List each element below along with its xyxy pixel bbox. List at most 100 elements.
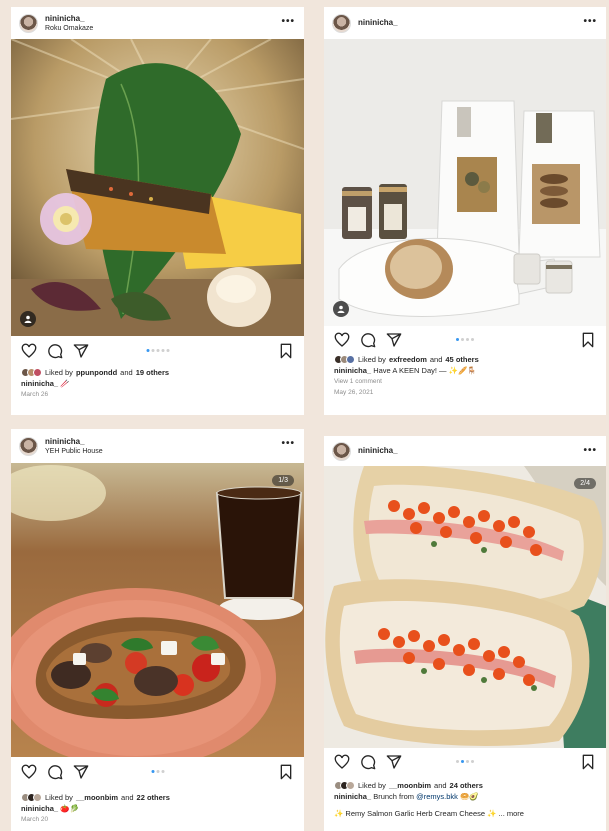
carousel-dots (146, 349, 169, 352)
action-bar (11, 760, 304, 784)
carousel-counter: 1/3 (272, 475, 294, 486)
post-username[interactable]: nininicha_ (45, 14, 93, 24)
avatar[interactable] (332, 441, 351, 461)
heart-icon[interactable] (21, 764, 37, 780)
caption-username[interactable]: nininicha_ (334, 366, 371, 375)
more-icon[interactable]: ••• (281, 16, 295, 27)
bookmark-icon[interactable] (580, 332, 596, 348)
comment-icon[interactable] (360, 754, 376, 770)
comment-icon[interactable] (47, 343, 63, 359)
caption-text: Have A KEEN Day! — ✨🥖🪑 (373, 366, 477, 375)
caption-text: Brunch from (373, 792, 415, 801)
post-location[interactable]: Roku Omakaze (45, 24, 93, 33)
liked-and: and (434, 781, 447, 790)
post-meta: Liked by exfreedom and 45 others nininic… (334, 354, 598, 398)
avatar[interactable] (19, 436, 38, 456)
caption-username[interactable]: nininicha_ (334, 792, 371, 801)
liker-avatars (21, 368, 42, 377)
action-bar (324, 328, 606, 352)
caption-text: 🥢 (60, 379, 70, 388)
carousel-dots (456, 760, 474, 763)
post-date: March 26 (21, 391, 49, 398)
heart-icon[interactable] (334, 332, 350, 348)
post-card: nininicha_ Roku Omakaze ••• Liked by ppu… (11, 7, 304, 415)
liked-and: and (429, 355, 443, 364)
liked-by-prefix: Liked by (358, 355, 386, 364)
liker-avatars (334, 355, 355, 364)
action-bar (11, 339, 304, 363)
caption: nininicha_ 🍅🥬 (21, 803, 296, 814)
post-header: nininicha_ Roku Omakaze ••• (11, 7, 304, 39)
caption-emoji: 🥯🥑 (460, 792, 479, 801)
liked-by[interactable]: Liked by exfreedom and 45 others (334, 354, 598, 365)
post-username[interactable]: nininicha_ (45, 437, 103, 447)
post-photo[interactable] (324, 39, 606, 326)
caption: nininicha_ Brunch from @remys.bkk 🥯🥑 (334, 791, 598, 802)
post-location[interactable]: YEH Public House (45, 447, 103, 456)
post-header: nininicha_ ••• (324, 7, 606, 39)
liked-by-user[interactable]: ppunpondd (76, 367, 117, 378)
share-icon[interactable] (73, 343, 89, 359)
liked-by-user[interactable]: __moonbim (76, 792, 118, 803)
post-header: nininicha_ YEH Public House ••• (11, 429, 304, 463)
liked-by[interactable]: Liked by __moonbim and 22 others (21, 792, 296, 803)
caption-line-2[interactable]: ✨ Remy Salmon Garlic Herb Cream Cheese ✨… (334, 808, 598, 819)
more-icon[interactable]: ••• (281, 438, 295, 449)
caption-username[interactable]: nininicha_ (21, 379, 58, 388)
post-header: nininicha_ ••• (324, 436, 606, 466)
bookmark-icon[interactable] (580, 754, 596, 770)
liker-avatars (21, 793, 42, 802)
caption: nininicha_ 🥢 (21, 378, 296, 389)
liked-by-prefix: Liked by (45, 368, 73, 377)
more-icon[interactable]: ••• (583, 16, 597, 27)
caption-username[interactable]: nininicha_ (21, 804, 58, 813)
bookmark-icon[interactable] (278, 764, 294, 780)
liker-avatars (334, 781, 355, 790)
comment-icon[interactable] (47, 764, 63, 780)
post-photo[interactable]: 2/4 (324, 466, 606, 748)
view-comments-link[interactable]: View 1 comment (334, 376, 598, 387)
post-meta: Liked by __moonbim and 22 others nininic… (21, 792, 296, 825)
post-username[interactable]: nininicha_ (358, 446, 398, 456)
more-icon[interactable]: ••• (583, 445, 597, 456)
liked-by-user[interactable]: __moonbim (389, 780, 431, 791)
liked-others[interactable]: 22 others (137, 792, 170, 803)
caption: nininicha_ Have A KEEN Day! — ✨🥖🪑 (334, 365, 598, 376)
user-tag-icon[interactable] (333, 301, 349, 317)
heart-icon[interactable] (21, 343, 37, 359)
avatar[interactable] (19, 13, 38, 33)
action-bar (324, 750, 606, 774)
liked-and: and (121, 793, 134, 802)
post-photo[interactable] (11, 39, 304, 336)
post-card: nininicha_ YEH Public House ••• 1/3 Like… (11, 429, 304, 831)
share-icon[interactable] (73, 764, 89, 780)
heart-icon[interactable] (334, 754, 350, 770)
comment-icon[interactable] (360, 332, 376, 348)
liked-others[interactable]: 19 others (136, 367, 169, 378)
post-date: May 26, 2021 (334, 389, 374, 396)
post-photo[interactable]: 1/3 (11, 463, 304, 757)
share-icon[interactable] (386, 754, 402, 770)
liked-by-prefix: Liked by (45, 793, 73, 802)
bookmark-icon[interactable] (278, 343, 294, 359)
liked-by-user[interactable]: exfreedom (389, 354, 427, 365)
post-username[interactable]: nininicha_ (358, 18, 398, 28)
caption-text: 🍅🥬 (60, 804, 79, 813)
user-tag-icon[interactable] (20, 311, 36, 327)
carousel-counter: 2/4 (574, 478, 596, 489)
liked-by[interactable]: Liked by ppunpondd and 19 others (21, 367, 296, 378)
liked-others[interactable]: 24 others (450, 780, 483, 791)
liked-by-prefix: Liked by (358, 781, 386, 790)
liked-by[interactable]: Liked by __moonbim and 24 others (334, 780, 598, 791)
carousel-dots (456, 338, 474, 341)
post-meta: Liked by ppunpondd and 19 others nininic… (21, 367, 296, 400)
caption-mention-link[interactable]: @remys.bkk (416, 792, 458, 801)
share-icon[interactable] (386, 332, 402, 348)
post-card: nininicha_ ••• (324, 436, 606, 831)
post-meta: Liked by __moonbim and 24 others nininic… (334, 780, 598, 819)
avatar[interactable] (332, 13, 351, 33)
liked-others[interactable]: 45 others (445, 354, 478, 365)
carousel-dots (151, 770, 164, 773)
liked-and: and (120, 368, 133, 377)
post-date: March 20 (21, 816, 49, 823)
